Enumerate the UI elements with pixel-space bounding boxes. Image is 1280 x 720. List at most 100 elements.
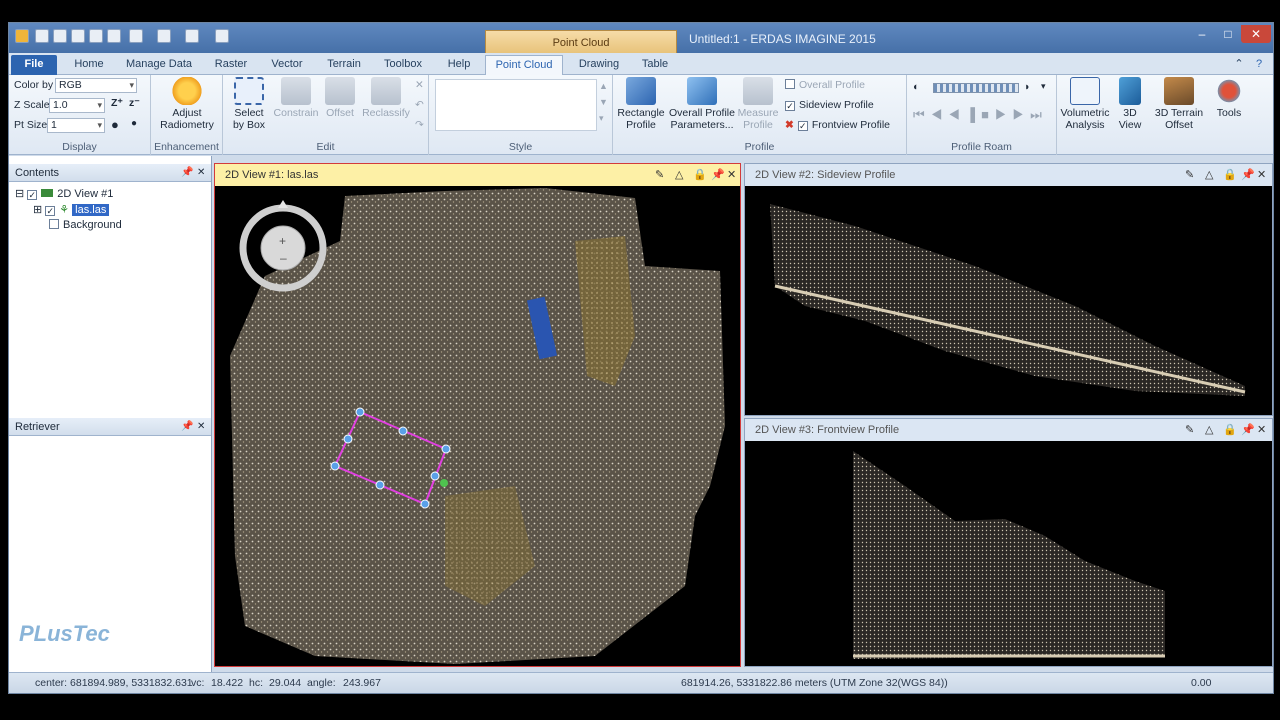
view1-lock-icon[interactable]: 🔒: [693, 164, 707, 186]
style-gallery[interactable]: [435, 79, 597, 131]
gallery-up-icon[interactable]: ▲: [599, 81, 608, 91]
roam-speed-fast-icon[interactable]: ◑: [1023, 81, 1029, 93]
background-checkbox[interactable]: [49, 219, 59, 229]
zoom-out-icon[interactable]: [157, 29, 171, 43]
ribbon-minimize-icon[interactable]: ⌃: [1231, 55, 1247, 75]
z-up-icon[interactable]: Z⁺: [111, 97, 123, 109]
view1-pin-icon[interactable]: 📌: [711, 164, 725, 186]
tab-toolbox[interactable]: Toolbox: [377, 55, 429, 75]
pan-icon[interactable]: [185, 29, 199, 43]
view1-close-icon[interactable]: ✕: [727, 164, 736, 186]
constrain-button[interactable]: Constrain: [273, 77, 319, 119]
overall-profile-parameters-button[interactable]: Overall Profile Parameters...: [669, 77, 735, 131]
new-file-icon[interactable]: [35, 29, 49, 43]
retriever-close-icon[interactable]: ✕: [197, 418, 205, 436]
color-by-label: Color by: [14, 79, 54, 91]
pt-size-input[interactable]: 1: [47, 118, 105, 133]
view1-edit-icon[interactable]: ✎: [655, 164, 664, 186]
select-by-box-button[interactable]: Select by Box: [229, 77, 269, 131]
color-by-select[interactable]: RGB: [55, 78, 137, 93]
tab-table[interactable]: Table: [633, 55, 677, 75]
close-icon[interactable]: ✕: [1241, 25, 1271, 43]
tab-point-cloud[interactable]: Point Cloud: [485, 55, 563, 76]
tab-file[interactable]: File: [11, 55, 57, 75]
z-down-icon[interactable]: z⁻: [129, 97, 140, 109]
close-panel-icon[interactable]: ✕: [197, 164, 205, 182]
tab-raster[interactable]: Raster: [207, 55, 255, 75]
measure-profile-button[interactable]: Measure Profile: [737, 77, 779, 131]
layer-checkbox[interactable]: ✓: [45, 206, 56, 216]
3d-terrain-offset-button[interactable]: 3D Terrain Offset: [1151, 77, 1207, 131]
tab-terrain[interactable]: Terrain: [319, 55, 369, 75]
undo-edit-icon[interactable]: ↶: [415, 99, 424, 111]
sideview-profile-plot[interactable]: [745, 186, 1272, 415]
minimize-icon[interactable]: –: [1189, 25, 1215, 43]
save-icon[interactable]: [71, 29, 85, 43]
tab-manage-data[interactable]: Manage Data: [121, 55, 197, 75]
view3-edit-icon[interactable]: ✎: [1185, 419, 1194, 441]
z-scale-input[interactable]: 1.0: [49, 98, 105, 113]
group-display: Color by RGB Z Scale 1.0 Z⁺ z⁻ Pt Size 1…: [9, 75, 151, 155]
frontview-profile-plot[interactable]: [745, 441, 1272, 666]
sideview-profile-toggle[interactable]: ✓ Sideview Profile: [785, 99, 874, 111]
pin-icon[interactable]: 📌: [181, 164, 193, 182]
view2-pin-icon[interactable]: 📌: [1241, 164, 1255, 186]
zoom-in-icon[interactable]: [129, 29, 143, 43]
tab-help[interactable]: Help: [437, 55, 481, 75]
view2-lock-icon[interactable]: 🔒: [1223, 164, 1237, 186]
point-large-icon[interactable]: ●: [111, 117, 119, 132]
contents-title: Contents: [15, 167, 60, 179]
view-checkbox[interactable]: ✓: [27, 190, 38, 200]
overall-profile-checkbox[interactable]: [785, 79, 795, 89]
roam-speed-slow-icon[interactable]: ◐: [913, 81, 919, 93]
rectangle-profile-button[interactable]: Rectangle Profile: [615, 77, 667, 131]
view2-edit-icon[interactable]: ✎: [1185, 164, 1194, 186]
view-2d-3[interactable]: 2D View #3: Frontview Profile ✎ △ 🔒 📌 ✕: [744, 418, 1273, 667]
point-cloud-top-view[interactable]: + –: [215, 186, 740, 666]
view3-warning-icon[interactable]: △: [1205, 419, 1213, 441]
adjust-radiometry-button[interactable]: Adjust Radiometry: [155, 77, 219, 131]
rotate-handle[interactable]: [440, 479, 448, 487]
tools-button[interactable]: Tools: [1211, 77, 1247, 119]
overall-profile-toggle[interactable]: Overall Profile: [785, 79, 865, 91]
sideview-profile-checkbox[interactable]: ✓: [785, 101, 795, 111]
redo-edit-icon[interactable]: ↷: [415, 119, 424, 131]
tab-vector[interactable]: Vector: [263, 55, 311, 75]
gallery-down-icon[interactable]: ▼: [599, 97, 608, 107]
app-menu-icon[interactable]: [15, 29, 29, 43]
offset-button[interactable]: Offset: [321, 77, 359, 119]
view2-warning-icon[interactable]: △: [1205, 164, 1213, 186]
tree-item-background[interactable]: Background: [49, 219, 122, 231]
tree-item-view[interactable]: ⊟ ✓ 2D View #1: [15, 187, 113, 200]
tab-home[interactable]: Home: [67, 55, 111, 75]
view-2d-2[interactable]: 2D View #2: Sideview Profile ✎ △ 🔒 📌 ✕: [744, 163, 1273, 416]
retriever-pin-icon[interactable]: 📌: [181, 418, 193, 436]
volumetric-analysis-button[interactable]: Volumetric Analysis: [1059, 77, 1111, 131]
layout-icon[interactable]: [215, 29, 229, 43]
view2-close-icon[interactable]: ✕: [1257, 164, 1266, 186]
view-2d-1[interactable]: 2D View #1: las.las ✎ △ 🔒 📌 ✕ + –: [214, 163, 741, 667]
reclassify-button[interactable]: Reclassify: [361, 77, 411, 119]
roam-speed-slider[interactable]: [933, 83, 1019, 93]
frontview-profile-toggle[interactable]: ✖ ✓ Frontview Profile: [785, 119, 890, 131]
point-small-icon[interactable]: ●: [131, 118, 137, 129]
frontview-profile-checkbox[interactable]: ✓: [797, 121, 808, 131]
roam-options-icon[interactable]: ▾: [1041, 81, 1046, 92]
3d-view-button[interactable]: 3D View: [1115, 77, 1145, 131]
delete-points-icon[interactable]: ✕: [415, 79, 424, 91]
redo-icon[interactable]: [107, 29, 121, 43]
view3-close-icon[interactable]: ✕: [1257, 419, 1266, 441]
view1-warning-icon[interactable]: △: [675, 164, 683, 186]
roam-controls[interactable]: ⏮◀◀▐■▶▶⏭: [913, 107, 1048, 123]
open-folder-icon[interactable]: [53, 29, 67, 43]
group-enhancement: Adjust Radiometry Enhancement: [151, 75, 223, 155]
undo-icon[interactable]: [89, 29, 103, 43]
tree-item-layer[interactable]: ⊞ ✓ ⚘ las.las: [33, 203, 110, 216]
help-icon[interactable]: ?: [1251, 55, 1267, 75]
tab-drawing[interactable]: Drawing: [569, 55, 629, 75]
gallery-more-icon[interactable]: ▾: [599, 113, 604, 124]
view3-pin-icon[interactable]: 📌: [1241, 419, 1255, 441]
view3-lock-icon[interactable]: 🔒: [1223, 419, 1237, 441]
delete-profile-icon[interactable]: ✖: [785, 119, 794, 131]
maximize-icon[interactable]: □: [1215, 25, 1241, 43]
